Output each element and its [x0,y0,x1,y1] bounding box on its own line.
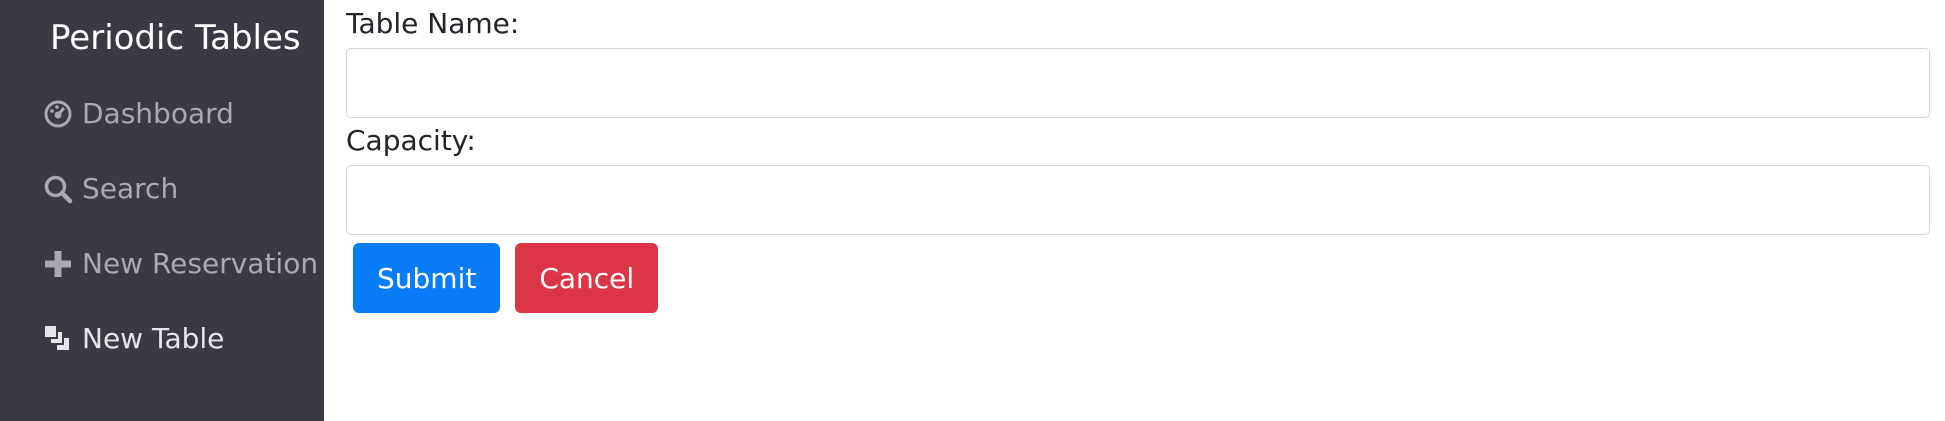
sidebar-nav: Dashboard Search New Reservation New Tab… [0,76,324,376]
sidebar-item-dashboard[interactable]: Dashboard [0,76,324,151]
search-icon [42,173,74,205]
table-name-label: Table Name: [346,7,520,40]
table-name-input[interactable] [346,48,1930,118]
main-content: Table Name: Capacity: Submit Cancel [324,0,1945,421]
sidebar-item-label: New Reservation [82,247,319,280]
sidebar-item-new-table[interactable]: New Table [0,301,324,376]
app: Periodic Tables Dashboard Search New Res… [0,0,1945,421]
cancel-button[interactable]: Cancel [515,243,659,313]
capacity-label: Capacity: [346,124,476,157]
dashboard-icon [42,98,74,130]
brand-title: Periodic Tables [50,18,301,58]
sidebar-item-label: Search [82,172,179,205]
sidebar-item-search[interactable]: Search [0,151,324,226]
new-table-form: Table Name: Capacity: Submit Cancel [346,0,1930,313]
sidebar-item-new-reservation[interactable]: New Reservation [0,226,324,301]
sidebar-item-label: Dashboard [82,97,234,130]
sidebar-item-label: New Table [82,322,225,355]
plus-icon [42,248,74,280]
layers-icon [42,323,74,355]
capacity-input[interactable] [346,165,1930,235]
sidebar: Periodic Tables Dashboard Search New Res… [0,0,324,421]
form-actions: Submit Cancel [346,243,1930,313]
submit-button[interactable]: Submit [353,243,501,313]
